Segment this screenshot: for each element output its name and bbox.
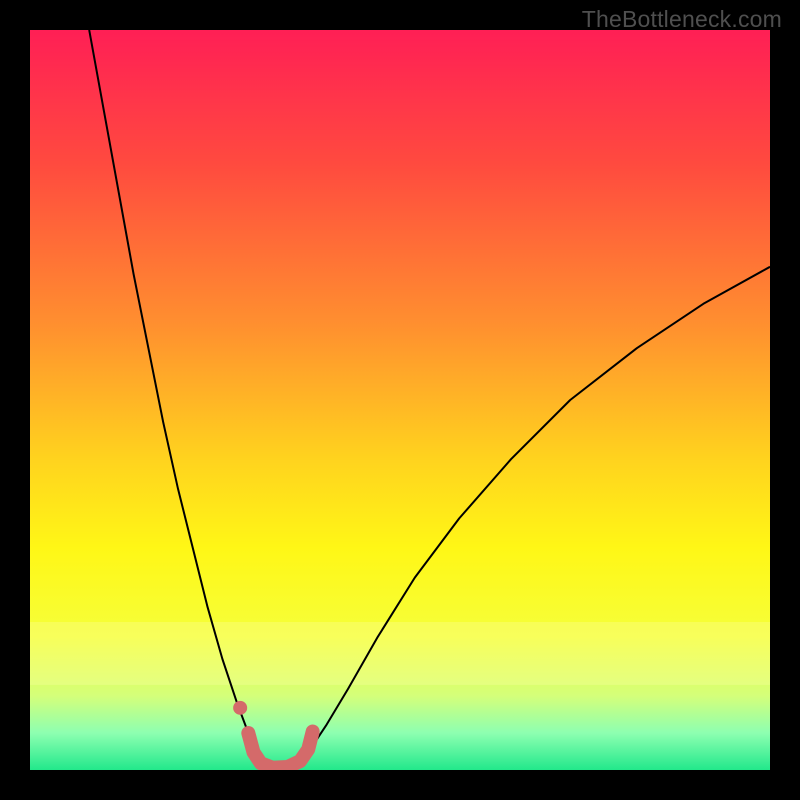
chart-frame: TheBottleneck.com — [0, 0, 800, 800]
watermark-text: TheBottleneck.com — [582, 6, 782, 33]
chart-svg — [30, 30, 770, 770]
chart-plot-area — [30, 30, 770, 770]
